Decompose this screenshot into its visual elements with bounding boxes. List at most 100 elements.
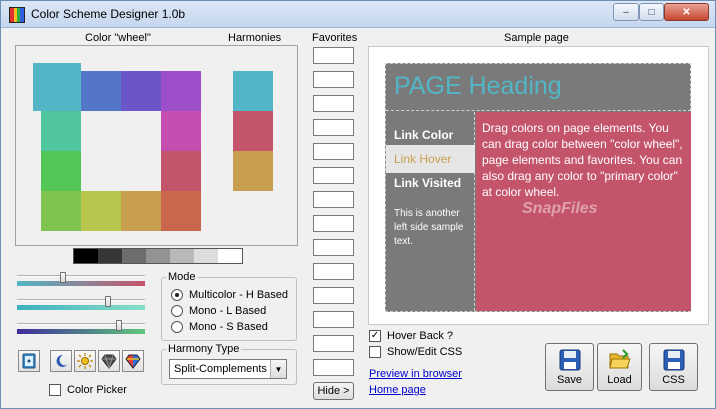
lightness-slider-thumb[interactable] — [116, 320, 122, 331]
colored-diamond-icon — [125, 354, 141, 369]
title-bar: Color Scheme Designer 1.0b – □ ✕ — [1, 1, 715, 28]
gray-swatch[interactable] — [98, 249, 122, 263]
wheel-swatch[interactable] — [121, 191, 161, 231]
css-button[interactable]: CSS — [649, 343, 698, 391]
sample-main-content[interactable]: Drag colors on page elements. You can dr… — [476, 112, 691, 311]
sample-link-hover[interactable]: Link Hover — [394, 152, 451, 166]
favorite-slot[interactable] — [313, 95, 354, 112]
sample-page-frame: PAGE Heading Link Color Link Hover Link … — [368, 46, 709, 325]
saturation-slider-thumb[interactable] — [105, 296, 111, 307]
radio-button[interactable] — [171, 321, 183, 333]
hue-slider-thumb[interactable] — [60, 272, 66, 283]
favorite-slot[interactable] — [313, 167, 354, 184]
sample-link-color[interactable]: Link Color — [394, 128, 453, 142]
saturation-track — [17, 305, 145, 310]
save-button[interactable]: Save — [545, 343, 594, 391]
wheel-swatch[interactable] — [41, 151, 81, 191]
moon-button[interactable] — [50, 350, 72, 372]
harmony-type-select[interactable]: Split-Complements ▼ — [169, 359, 287, 379]
radio-button[interactable] — [171, 289, 183, 301]
show-css-checkbox[interactable] — [369, 346, 381, 358]
favorite-slot[interactable] — [313, 287, 354, 304]
wheel-swatch[interactable] — [161, 111, 201, 151]
sample-page-label: Sample page — [504, 32, 569, 44]
favorite-slot[interactable] — [313, 335, 354, 352]
favorite-slot[interactable] — [313, 359, 354, 376]
favorite-slot[interactable] — [313, 47, 354, 64]
minimize-button[interactable]: – — [613, 3, 639, 21]
lightness-track — [17, 329, 145, 334]
mode-option-multicolor[interactable]: Multicolor - H Based — [171, 289, 288, 301]
random-scheme-button[interactable] — [18, 350, 40, 372]
dice-icon — [22, 353, 36, 369]
favorite-slot[interactable] — [313, 119, 354, 136]
favorites-label: Favorites — [312, 32, 358, 44]
gray-swatch[interactable] — [146, 249, 170, 263]
favorite-slot[interactable] — [313, 71, 354, 88]
sun-button[interactable] — [74, 350, 96, 372]
primary-color-swatch[interactable] — [33, 63, 81, 111]
favorite-slot[interactable] — [313, 191, 354, 208]
sun-icon — [77, 353, 93, 369]
favorite-slot[interactable] — [313, 143, 354, 160]
saturation-slider[interactable] — [17, 296, 145, 312]
wheel-swatch[interactable] — [161, 191, 201, 231]
mode-legend: Mode — [168, 271, 196, 283]
sample-left-text[interactable]: This is another left side sample text. — [394, 207, 472, 249]
gray-swatch[interactable] — [122, 249, 146, 263]
close-button[interactable]: ✕ — [664, 3, 709, 21]
diamond-icon — [101, 354, 117, 369]
mode-option-mono-l[interactable]: Mono - L Based — [171, 305, 266, 317]
diamond-dark-button[interactable] — [98, 350, 120, 372]
favorite-slot[interactable] — [313, 215, 354, 232]
open-folder-icon — [608, 349, 631, 369]
hue-slider[interactable] — [17, 272, 145, 288]
harmony-swatch[interactable] — [233, 151, 273, 191]
wheel-swatch[interactable] — [81, 71, 121, 111]
color-wheel-label: Color "wheel" — [85, 32, 151, 44]
wheel-swatch[interactable] — [41, 191, 81, 231]
harmony-swatch[interactable] — [233, 71, 273, 111]
load-button[interactable]: Load — [597, 343, 642, 391]
favorite-slot[interactable] — [313, 311, 354, 328]
gray-swatch[interactable] — [170, 249, 194, 263]
favorite-slot[interactable] — [313, 239, 354, 256]
lightness-slider[interactable] — [17, 320, 145, 336]
app-window: Color Scheme Designer 1.0b – □ ✕ Color "… — [0, 0, 716, 409]
mode-option-mono-s[interactable]: Mono - S Based — [171, 321, 268, 333]
hover-back-checkbox[interactable]: ✓ — [369, 330, 381, 342]
wheel-swatch[interactable] — [121, 71, 161, 111]
harmonies-label: Harmonies — [228, 32, 282, 44]
gray-swatch[interactable] — [218, 249, 242, 263]
wheel-swatch[interactable] — [161, 151, 201, 191]
home-page-link[interactable]: Home page — [369, 384, 426, 396]
window-title: Color Scheme Designer 1.0b — [31, 7, 186, 21]
gray-swatch[interactable] — [194, 249, 218, 263]
hue-track — [17, 281, 145, 286]
harmony-swatch[interactable] — [233, 111, 273, 151]
floppy-disk-icon — [559, 349, 580, 371]
color-picker-checkbox[interactable] — [49, 384, 61, 396]
wheel-swatch[interactable] — [161, 71, 201, 111]
hover-back-toggle[interactable]: ✓ Hover Back ? — [369, 330, 453, 342]
sample-heading[interactable]: PAGE Heading — [394, 72, 562, 101]
favorite-slot[interactable] — [313, 263, 354, 280]
sample-left-column[interactable]: Link Color Link Hover Link Visited This … — [386, 112, 475, 311]
maximize-button[interactable]: □ — [639, 3, 664, 21]
gray-swatch[interactable] — [74, 249, 98, 263]
sample-main-text[interactable]: Drag colors on page elements. You can dr… — [482, 120, 688, 200]
color-picker-toggle[interactable]: Color Picker — [49, 384, 127, 396]
radio-button[interactable] — [171, 305, 183, 317]
grayscale-swatches — [73, 248, 243, 264]
hide-favorites-button[interactable]: Hide > — [313, 382, 354, 400]
wheel-swatch[interactable] — [41, 111, 81, 151]
sample-header[interactable]: PAGE Heading — [386, 64, 691, 111]
preview-in-browser-link[interactable]: Preview in browser — [369, 368, 462, 380]
diamond-color-button[interactable] — [122, 350, 144, 372]
show-css-toggle[interactable]: Show/Edit CSS — [369, 346, 462, 358]
chevron-down-icon[interactable]: ▼ — [270, 360, 286, 378]
moon-icon — [56, 354, 67, 367]
harmony-type-legend: Harmony Type — [168, 343, 240, 355]
wheel-swatch[interactable] — [81, 191, 121, 231]
sample-link-visited[interactable]: Link Visited — [394, 176, 461, 190]
